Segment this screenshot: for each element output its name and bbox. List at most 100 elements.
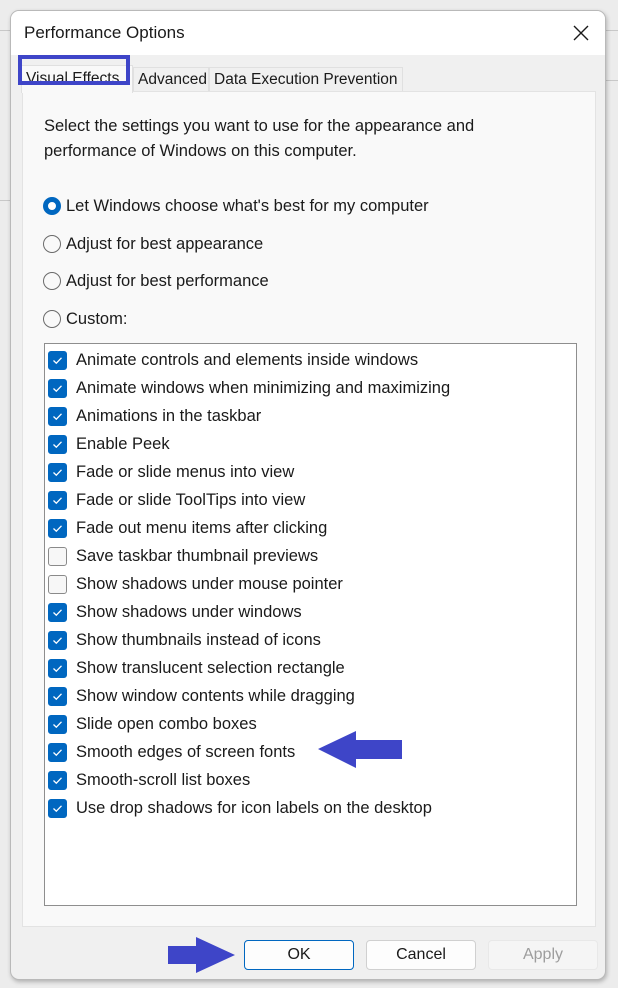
title-bar: Performance Options <box>11 11 605 55</box>
background-line <box>0 30 10 31</box>
effect-label: Fade or slide ToolTips into view <box>76 490 306 509</box>
right-arrow-annotation <box>168 937 235 973</box>
left-arrow-annotation <box>318 731 402 768</box>
effect-list-item[interactable]: Use drop shadows for icon labels on the … <box>48 794 432 822</box>
checkbox-checked-icon[interactable] <box>48 742 67 762</box>
effect-label: Show shadows under mouse pointer <box>76 574 343 593</box>
cancel-button-label: Cancel <box>396 946 446 963</box>
checkbox-checked-icon[interactable] <box>48 518 67 538</box>
radio-label: Let Windows choose what's best for my co… <box>66 196 429 215</box>
checkbox-checked-icon[interactable] <box>48 350 67 370</box>
effect-list-item[interactable]: Fade out menu items after clicking <box>48 514 327 542</box>
checkbox-checked-icon[interactable] <box>48 658 67 678</box>
effect-list-item[interactable]: Slide open combo boxes <box>48 710 257 738</box>
tab-data-execution-prevention[interactable]: Data Execution Prevention <box>209 67 403 91</box>
checkbox-checked-icon[interactable] <box>48 462 67 482</box>
effect-label: Fade out menu items after clicking <box>76 518 328 537</box>
radio-button-selected-icon[interactable] <box>43 197 61 215</box>
radio-button-icon[interactable] <box>43 272 61 290</box>
radio-custom[interactable]: Custom: <box>43 307 127 331</box>
checkmark-icon <box>53 720 62 728</box>
checkmark-icon <box>53 636 62 644</box>
checkbox-checked-icon[interactable] <box>48 770 67 790</box>
checkbox-checked-icon[interactable] <box>48 630 67 650</box>
checkmark-icon <box>53 356 62 364</box>
checkmark-icon <box>53 412 62 420</box>
radio-best-performance[interactable]: Adjust for best performance <box>43 269 269 293</box>
ok-button[interactable]: OK <box>244 940 354 970</box>
effect-list-item[interactable]: Enable Peek <box>48 430 170 458</box>
checkbox-checked-icon[interactable] <box>48 490 67 510</box>
radio-let-windows-choose[interactable]: Let Windows choose what's best for my co… <box>43 194 429 218</box>
effect-list-item[interactable]: Fade or slide ToolTips into view <box>48 486 305 514</box>
effect-list-item[interactable]: Animate windows when minimizing and maxi… <box>48 374 450 402</box>
tab-label: Advanced <box>138 71 207 88</box>
checkbox-unchecked-icon[interactable] <box>48 546 67 566</box>
checkbox-checked-icon[interactable] <box>48 406 67 426</box>
close-button[interactable] <box>563 15 599 51</box>
checkmark-icon <box>53 608 62 616</box>
description-text: Select the settings you want to use for … <box>44 117 475 160</box>
visual-effects-panel: Select the settings you want to use for … <box>22 91 596 927</box>
background-line <box>606 80 618 81</box>
effect-list-item[interactable]: Fade or slide menus into view <box>48 458 294 486</box>
tab-visual-effects[interactable]: Visual Effects <box>21 65 133 93</box>
effect-list-item[interactable]: Show shadows under windows <box>48 598 302 626</box>
performance-options-dialog: Performance Options Visual Effects Advan… <box>10 10 606 980</box>
radio-best-appearance[interactable]: Adjust for best appearance <box>43 232 263 256</box>
effect-label: Smooth edges of screen fonts <box>76 742 296 761</box>
effect-list-item[interactable]: Animations in the taskbar <box>48 402 261 430</box>
apply-button[interactable]: Apply <box>488 940 598 970</box>
apply-button-label: Apply <box>522 946 564 963</box>
arrow-shape <box>318 731 402 768</box>
effect-label: Show shadows under windows <box>76 602 302 621</box>
background-line <box>0 200 10 201</box>
checkbox-checked-icon[interactable] <box>48 434 67 454</box>
radio-label: Custom: <box>66 309 128 328</box>
effect-label: Show translucent selection rectangle <box>76 658 345 677</box>
checkbox-checked-icon[interactable] <box>48 798 67 818</box>
checkbox-unchecked-icon[interactable] <box>48 574 67 594</box>
effect-list-item[interactable]: Show shadows under mouse pointer <box>48 570 343 598</box>
checkmark-icon <box>53 664 62 672</box>
checkmark-icon <box>53 440 62 448</box>
effect-label: Animate windows when minimizing and maxi… <box>76 378 451 397</box>
effect-label: Save taskbar thumbnail previews <box>76 546 319 565</box>
effect-label: Show thumbnails instead of icons <box>76 630 321 649</box>
effect-list-item[interactable]: Show window contents while dragging <box>48 682 355 710</box>
effect-list-item[interactable]: Animate controls and elements inside win… <box>48 346 418 374</box>
tab-label: Data Execution Prevention <box>214 71 398 88</box>
checkbox-checked-icon[interactable] <box>48 686 67 706</box>
effect-list-item[interactable]: Show translucent selection rectangle <box>48 654 345 682</box>
effect-list-item[interactable]: Smooth edges of screen fonts <box>48 738 295 766</box>
checkmark-icon <box>53 496 62 504</box>
radio-button-icon[interactable] <box>43 235 61 253</box>
tab-advanced[interactable]: Advanced <box>133 67 209 91</box>
window-title: Performance Options <box>24 23 185 42</box>
checkbox-checked-icon[interactable] <box>48 714 67 734</box>
arrow-shape <box>168 937 235 973</box>
effect-label: Fade or slide menus into view <box>76 462 295 481</box>
radio-button-icon[interactable] <box>43 310 61 328</box>
radio-label: Adjust for best appearance <box>66 234 264 253</box>
effect-label: Animate controls and elements inside win… <box>76 350 419 369</box>
effect-label: Slide open combo boxes <box>76 714 257 733</box>
checkmark-icon <box>53 692 62 700</box>
effect-list-item[interactable]: Show thumbnails instead of icons <box>48 626 321 654</box>
checkmark-icon <box>53 748 62 756</box>
background-line <box>606 30 618 31</box>
checkbox-checked-icon[interactable] <box>48 602 67 622</box>
cancel-button[interactable]: Cancel <box>366 940 476 970</box>
close-icon <box>573 25 589 41</box>
effect-label: Animations in the taskbar <box>76 406 262 425</box>
effect-list-item[interactable]: Smooth-scroll list boxes <box>48 766 250 794</box>
checkmark-icon <box>53 384 62 392</box>
visual-effects-list[interactable]: Animate controls and elements inside win… <box>44 343 577 906</box>
effect-list-item[interactable]: Save taskbar thumbnail previews <box>48 542 318 570</box>
radio-label: Adjust for best performance <box>66 271 269 290</box>
effect-label: Show window contents while dragging <box>76 686 355 705</box>
checkmark-icon <box>53 468 62 476</box>
checkmark-icon <box>53 804 62 812</box>
checkbox-checked-icon[interactable] <box>48 378 67 398</box>
tab-label: Visual Effects <box>26 70 120 87</box>
